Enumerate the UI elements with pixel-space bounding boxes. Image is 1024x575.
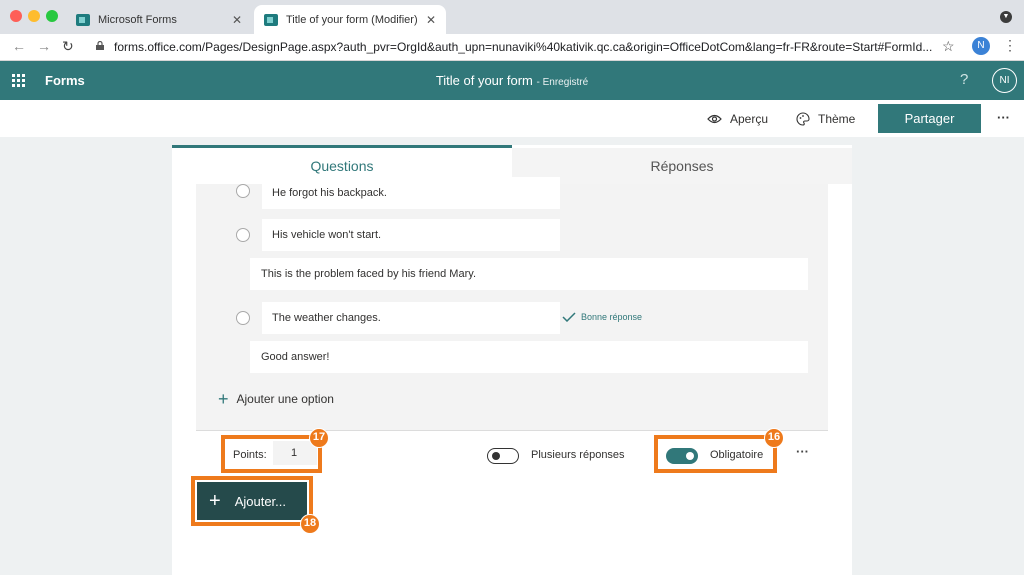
annotation-badge-points: 17 [309, 428, 329, 448]
browser-tab-forms[interactable]: Microsoft Forms ✕ [66, 5, 252, 34]
theme-label: Thème [818, 112, 856, 126]
bookmark-star-icon[interactable]: ☆ [942, 38, 955, 55]
preview-label: Aperçu [730, 112, 769, 126]
correct-answer-label: Bonne réponse [581, 312, 643, 322]
chevron-down-icon[interactable]: ▼ [1000, 11, 1012, 23]
minimize-window-button[interactable] [28, 10, 40, 22]
browser-tab-bar: Microsoft Forms ✕ Title of your form (Mo… [0, 0, 1024, 34]
annotation-badge-required: 16 [764, 428, 784, 448]
maximize-window-button[interactable] [46, 10, 58, 22]
preview-button[interactable]: Aperçu [707, 112, 768, 126]
option-radio[interactable] [236, 228, 250, 242]
eye-icon [707, 114, 722, 124]
option-feedback[interactable]: This is the problem faced by his friend … [250, 258, 808, 290]
option-text[interactable]: He forgot his backpack. [262, 177, 560, 209]
address-bar: ← → ↻ forms.office.com/Pages/DesignPage.… [0, 34, 1024, 61]
option-feedback[interactable]: Good answer! [250, 341, 808, 373]
plus-icon: + [218, 389, 229, 409]
form-title-bar: Title of your form - Enregistré [0, 73, 1024, 88]
user-avatar[interactable]: NI [992, 68, 1017, 93]
more-options-icon[interactable]: ··· [997, 110, 1010, 125]
add-highlight [191, 476, 313, 526]
share-button[interactable]: Partager [878, 104, 981, 133]
add-option-button[interactable]: + Ajouter une option [218, 389, 334, 409]
annotation-badge-add: 18 [300, 514, 320, 534]
form-toolbar: Aperçu Thème Partager ··· [0, 100, 1024, 137]
tab-title: Title of your form (Modifier) Mi [286, 13, 420, 26]
palette-icon [796, 112, 810, 126]
option-text[interactable]: His vehicle won't start. [262, 219, 560, 251]
back-arrow-icon[interactable]: ← [12, 38, 26, 54]
close-window-button[interactable] [10, 10, 22, 22]
add-option-label: Ajouter une option [236, 392, 334, 406]
close-icon[interactable]: ✕ [426, 13, 436, 27]
multiple-answers-toggle[interactable] [487, 448, 519, 464]
browser-profile-avatar[interactable]: N [972, 37, 990, 55]
toggle-knob [492, 452, 500, 460]
url-field[interactable]: forms.office.com/Pages/DesignPage.aspx?a… [96, 40, 933, 54]
reload-icon[interactable]: ↻ [62, 38, 74, 55]
checkmark-icon [562, 312, 576, 322]
browser-tab-design[interactable]: Title of your form (Modifier) Mi ✕ [254, 5, 446, 34]
option-text[interactable]: The weather changes. [262, 302, 560, 334]
correct-answer-marker[interactable]: Bonne réponse [562, 312, 642, 322]
url-text: forms.office.com/Pages/DesignPage.aspx?a… [114, 40, 933, 54]
close-icon[interactable]: ✕ [232, 13, 242, 27]
forms-favicon-icon [76, 13, 90, 26]
help-icon[interactable]: ? [960, 71, 968, 88]
lock-icon [96, 41, 104, 50]
multiple-answers-label: Plusieurs réponses [531, 449, 625, 461]
tab-title: Microsoft Forms [98, 13, 177, 26]
required-highlight [654, 435, 777, 473]
theme-button[interactable]: Thème [796, 112, 855, 126]
option-radio[interactable] [236, 311, 250, 325]
forward-arrow-icon[interactable]: → [37, 38, 51, 54]
more-options-icon[interactable]: ··· [796, 444, 809, 459]
points-highlight [221, 435, 322, 473]
form-title[interactable]: Title of your form [436, 73, 533, 88]
forms-favicon-icon [264, 13, 278, 26]
option-radio[interactable] [236, 184, 250, 198]
browser-menu-icon[interactable]: ⋮ [1003, 37, 1017, 54]
forms-header: Forms Title of your form - Enregistré ? … [0, 61, 1024, 100]
tab-responses[interactable]: Réponses [512, 148, 852, 184]
save-status: - Enregistré [536, 77, 589, 88]
